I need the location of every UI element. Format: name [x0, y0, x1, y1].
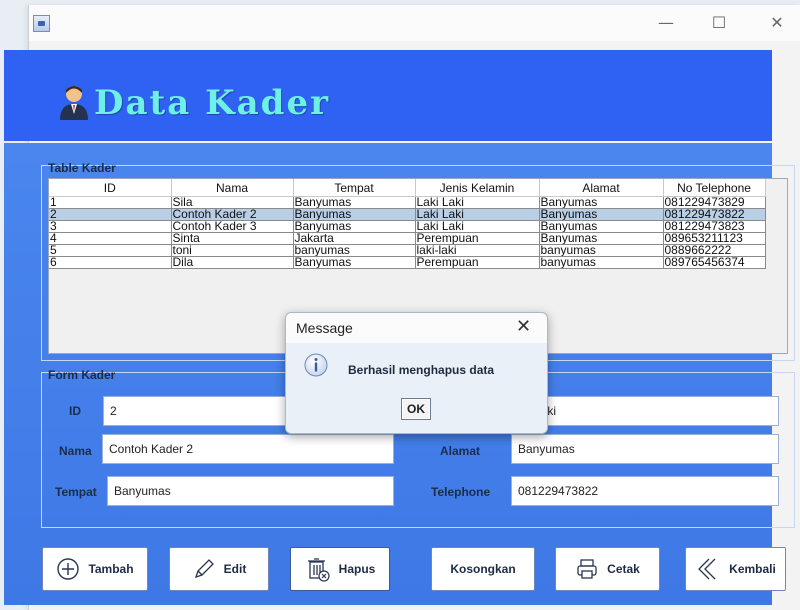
jenis-kelamin-field[interactable]: Laki [513, 396, 779, 426]
page-title: Data Kader [94, 83, 330, 123]
tempat-label: Tempat [55, 485, 97, 499]
window-titlebar: — ☐ ✕ [29, 5, 800, 41]
cell-jenis-kelamin: laki-laki [415, 244, 540, 257]
id-label: ID [69, 404, 81, 418]
cell-jenis-kelamin: Perempuan [415, 232, 540, 245]
cell-nama: Dila [171, 256, 294, 269]
kembali-label: Kembali [729, 562, 776, 576]
tambah-label: Tambah [88, 562, 134, 576]
cell-alamat: Banyumas [539, 220, 664, 233]
nama-field[interactable]: Contoh Kader 2 [102, 434, 394, 464]
minimize-button[interactable]: — [646, 11, 686, 35]
table-row[interactable]: 1 Sila Banyumas Laki Laki Banyumas 08122… [49, 196, 766, 209]
maximize-icon: ☐ [711, 13, 727, 32]
column-header-nama[interactable]: Nama [171, 179, 294, 197]
cell-nama: Sinta [171, 232, 294, 245]
cell-id: 3 [49, 220, 172, 233]
alamat-label: Alamat [440, 444, 481, 458]
minimize-icon: — [658, 13, 674, 32]
close-icon: ✕ [770, 13, 784, 32]
cell-nama: toni [171, 244, 294, 257]
cell-telephone: 089765456374 [663, 256, 766, 269]
ok-button[interactable]: OK [401, 398, 431, 420]
cell-id: 1 [49, 196, 172, 209]
cell-id: 5 [49, 244, 172, 257]
alamat-field[interactable]: Banyumas [511, 434, 779, 464]
telephone-field[interactable]: 081229473822 [511, 476, 779, 506]
dialog-message: Berhasil menghapus data [348, 363, 495, 377]
table-header-row: ID Nama Tempat Jenis Kelamin Alamat No T… [49, 179, 766, 197]
table-row[interactable]: 4 Sinta Jakarta Perempuan Banyumas 08965… [49, 232, 766, 245]
cell-tempat: Banyumas [293, 256, 416, 269]
dialog-close-button[interactable]: ✕ [516, 317, 531, 337]
cell-telephone: 0889662222 [663, 244, 766, 257]
edit-button[interactable]: Edit [169, 547, 269, 591]
tambah-button[interactable]: Tambah [42, 547, 148, 591]
cell-alamat: Banyumas [539, 196, 664, 209]
maximize-button[interactable]: ☐ [699, 11, 739, 35]
person-icon [60, 86, 88, 120]
hapus-button[interactable]: Hapus [290, 547, 390, 591]
cell-nama: Contoh Kader 2 [171, 208, 294, 221]
column-header-alamat[interactable]: Alamat [539, 179, 664, 197]
info-icon [304, 353, 328, 377]
cell-tempat: banyumas [293, 244, 416, 257]
dialog-titlebar: Message ✕ [286, 313, 547, 343]
edit-label: Edit [223, 562, 247, 576]
close-window-button[interactable]: ✕ [757, 11, 797, 35]
cell-tempat: Banyumas [293, 208, 416, 221]
column-header-jenis-kelamin[interactable]: Jenis Kelamin [415, 179, 540, 197]
cell-jenis-kelamin: Laki Laki [415, 196, 540, 209]
form-group-title: Form Kader [48, 368, 116, 382]
cetak-label: Cetak [607, 562, 640, 576]
cell-jenis-kelamin: Laki Laki [415, 208, 540, 221]
printer-icon [577, 559, 597, 579]
nama-label: Nama [59, 444, 92, 458]
pencil-icon [194, 559, 214, 579]
cell-nama: Contoh Kader 3 [171, 220, 294, 233]
cell-alamat: banyumas [539, 244, 664, 257]
tempat-field[interactable]: Banyumas [107, 476, 394, 506]
trash-delete-icon [307, 558, 330, 582]
cell-alamat: Banyumas [539, 208, 664, 221]
table-row[interactable]: 6 Dila Banyumas Perempuan banyumas 08976… [49, 256, 766, 269]
cell-alamat: banyumas [539, 256, 664, 269]
cell-id: 6 [49, 256, 172, 269]
column-header-no-telephone[interactable]: No Telephone [663, 179, 766, 197]
cell-tempat: Banyumas [293, 196, 416, 209]
dialog-title: Message [296, 320, 353, 336]
hapus-label: Hapus [338, 562, 376, 576]
cell-telephone: 081229473829 [663, 196, 766, 209]
cell-tempat: Jakarta [293, 232, 416, 245]
kembali-button[interactable]: Kembali [685, 547, 786, 591]
table-group-title: Table Kader [48, 161, 116, 175]
cetak-button[interactable]: Cetak [555, 547, 660, 591]
table-row-selected[interactable]: 2 Contoh Kader 2 Banyumas Laki Laki Bany… [49, 208, 766, 221]
cell-telephone: 081229473822 [663, 208, 766, 221]
cell-id: 2 [49, 208, 172, 221]
kosongkan-label: Kosongkan [450, 562, 516, 576]
table-row[interactable]: 5 toni banyumas laki-laki banyumas 08896… [49, 244, 766, 257]
kosongkan-button[interactable]: Kosongkan [431, 547, 535, 591]
chevron-left-icon [698, 558, 716, 580]
cell-telephone: 081229473823 [663, 220, 766, 233]
cell-telephone: 089653211123 [663, 232, 766, 245]
table-row[interactable]: 3 Contoh Kader 3 Banyumas Laki Laki Bany… [49, 220, 766, 233]
cell-jenis-kelamin: Laki Laki [415, 220, 540, 233]
cell-nama: Sila [171, 196, 294, 209]
add-icon [57, 558, 80, 580]
cell-tempat: Banyumas [293, 220, 416, 233]
column-header-tempat[interactable]: Tempat [293, 179, 416, 197]
cell-alamat: Banyumas [539, 232, 664, 245]
java-app-icon [33, 15, 50, 32]
telephone-label: Telephone [431, 485, 491, 499]
cell-jenis-kelamin: Perempuan [415, 256, 540, 269]
message-dialog: Message ✕ Berhasil menghapus data OK [285, 312, 548, 434]
kader-table[interactable]: ID Nama Tempat Jenis Kelamin Alamat No T… [49, 179, 766, 269]
cell-id: 4 [49, 232, 172, 245]
column-header-id[interactable]: ID [49, 179, 172, 197]
